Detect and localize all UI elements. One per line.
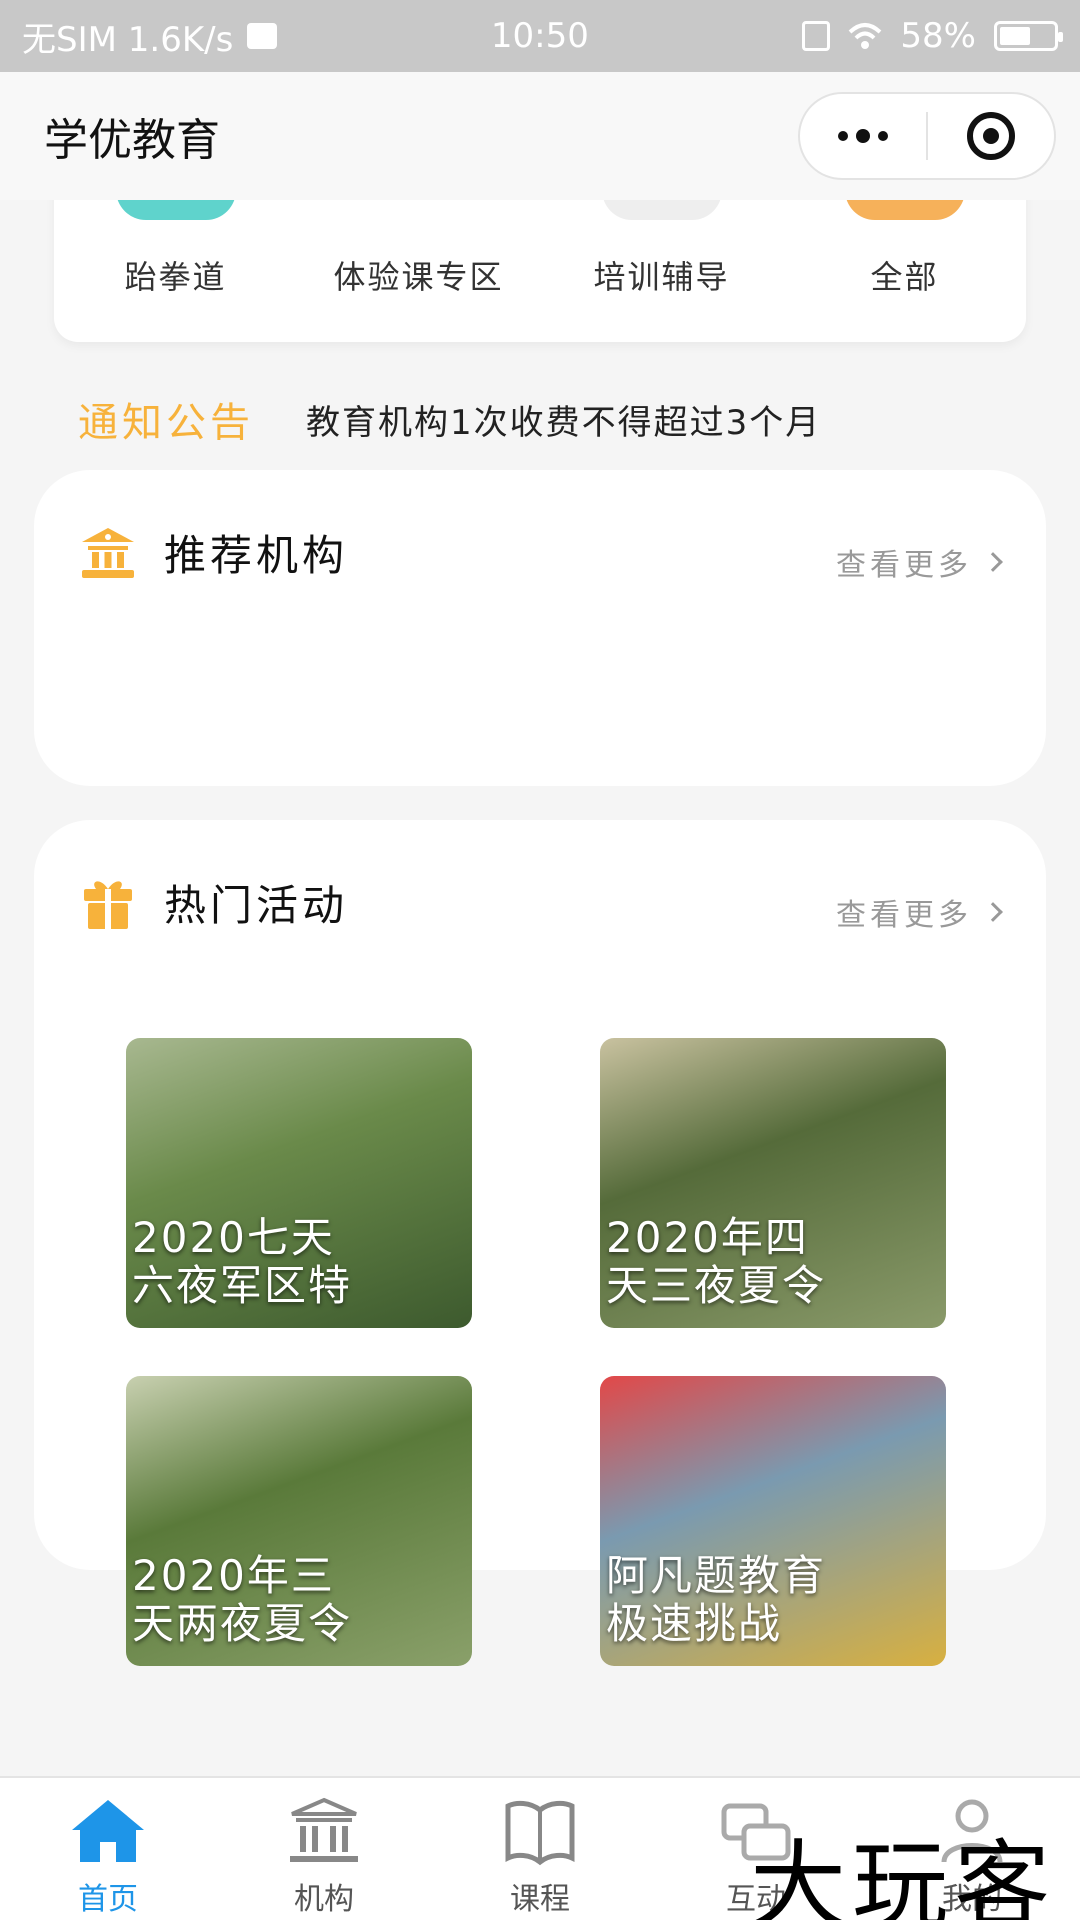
wifi-icon — [849, 23, 882, 49]
hot-more-link[interactable]: 查看更多 — [836, 890, 1003, 934]
status-left: 无SIM 1.6K/s — [22, 12, 278, 61]
activity-card[interactable]: 2020年四 天三夜夏令 — [600, 1038, 946, 1328]
more-label: 查看更多 — [836, 548, 972, 583]
book-icon — [505, 1800, 575, 1866]
tab-course[interactable]: 课程 — [432, 1778, 648, 1920]
category-item-tutoring[interactable]: 培训辅导 — [540, 200, 783, 342]
recommend-section: 推荐机构 查看更多 — [34, 470, 1046, 786]
activity-card[interactable]: 阿凡题教育 极速挑战 — [600, 1376, 946, 1666]
activity-caption: 2020年四 天三夜夏令 — [606, 1213, 827, 1310]
tab-institution[interactable]: 机构 — [216, 1778, 432, 1920]
section-title: 推荐机构 — [164, 531, 349, 580]
page-title: 学优教育 — [44, 115, 220, 166]
activity-caption: 2020七天 六夜军区特 — [132, 1213, 353, 1310]
section-header: 热门活动 — [80, 872, 348, 933]
hot-activities-section: 热门活动 查看更多 2020七天 六夜军区特 2020年四 天三夜夏令 2020… — [34, 820, 1046, 1666]
status-right: 58% — [802, 16, 1063, 56]
nav-bar: 学优教育 — [0, 72, 1080, 200]
gift-icon — [84, 880, 132, 929]
trial-class-icon — [359, 200, 479, 220]
clock: 10:50 — [490, 16, 589, 56]
category-label: 跆拳道 — [124, 258, 227, 296]
category-item-taekwondo[interactable]: 跆拳道 — [54, 200, 297, 342]
tab-home[interactable]: 首页 — [0, 1778, 216, 1920]
notice-bar[interactable]: 通知公告 教育机构1次收费不得超过3个月 — [78, 390, 821, 448]
category-label: 体验课专区 — [333, 258, 504, 296]
chevron-right-icon — [983, 902, 1003, 922]
more-menu-button[interactable] — [800, 94, 926, 178]
category-label: 培训辅导 — [593, 258, 730, 296]
tab-label: 机构 — [294, 1882, 354, 1917]
close-miniprogram-button[interactable] — [928, 94, 1054, 178]
tutoring-icon — [601, 200, 722, 220]
all-categories-icon — [844, 200, 965, 220]
tab-label: 首页 — [78, 1882, 138, 1917]
tab-label: 课程 — [510, 1882, 570, 1917]
main-content[interactable]: 跆拳道 体验课专区 培训辅导 全部 通知公告 教育机构1次收费不得超过3个月 推… — [0, 200, 1080, 1776]
notice-text[interactable]: 教育机构1次收费不得超过3个月 — [306, 395, 821, 444]
activity-card[interactable]: 2020年三 天两夜夏令 — [126, 1376, 472, 1666]
message-icon — [247, 23, 278, 49]
vibrate-icon — [802, 21, 831, 51]
activity-caption: 2020年三 天两夜夏令 — [132, 1551, 353, 1648]
recommend-more-link[interactable]: 查看更多 — [836, 540, 1003, 584]
taekwondo-icon — [115, 200, 236, 220]
activity-caption: 阿凡题教育 极速挑战 — [606, 1551, 827, 1648]
bank-icon — [82, 527, 134, 578]
battery-percent: 58% — [900, 16, 976, 56]
battery-icon — [993, 21, 1063, 51]
category-card: 跆拳道 体验课专区 培训辅导 全部 — [54, 200, 1026, 342]
home-icon — [72, 1800, 144, 1862]
more-label: 查看更多 — [836, 898, 972, 933]
more-dots-icon — [838, 129, 888, 143]
notice-tag: 通知公告 — [78, 400, 254, 446]
chevron-right-icon — [983, 552, 1003, 572]
watermark: 大玩客 — [750, 1830, 1056, 1920]
category-item-trial[interactable]: 体验课专区 — [297, 200, 540, 342]
battery-level — [999, 27, 1031, 45]
activity-card[interactable]: 2020七天 六夜军区特 — [126, 1038, 472, 1328]
target-icon — [967, 112, 1015, 160]
institution-icon — [290, 1797, 358, 1862]
miniprogram-capsule — [798, 92, 1056, 180]
status-bar: 无SIM 1.6K/s 10:50 58% — [0, 0, 1080, 72]
category-label: 全部 — [870, 258, 939, 296]
carrier-text: 无SIM 1.6K/s — [22, 19, 234, 60]
section-title: 热门活动 — [164, 881, 349, 930]
section-header: 推荐机构 — [80, 522, 348, 583]
category-item-all[interactable]: 全部 — [783, 200, 1026, 342]
